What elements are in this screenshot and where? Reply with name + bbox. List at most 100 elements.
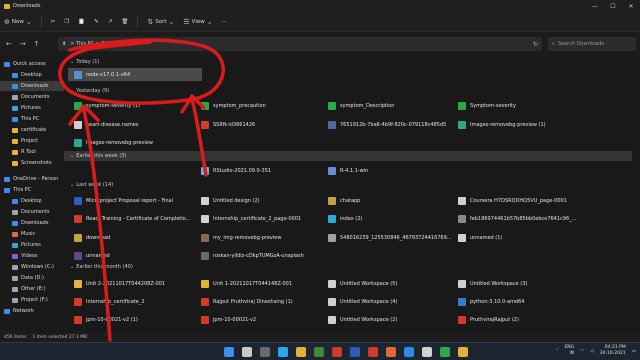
taskbar-app-icon[interactable]	[458, 347, 468, 357]
sidebar-item[interactable]: Pictures	[0, 240, 41, 250]
taskbar-app-icon[interactable]	[368, 347, 378, 357]
sidebar-item[interactable]: Desktop	[0, 70, 42, 80]
taskbar-app-icon[interactable]	[440, 347, 450, 357]
file-item[interactable]: unnamed	[74, 250, 199, 262]
sidebar-item[interactable]: Pictures	[0, 103, 41, 113]
group-header[interactable]: ⌄ Last week (14)	[70, 182, 113, 188]
notification-icon[interactable]: ▭	[632, 349, 636, 354]
refresh-icon[interactable]: ↻	[533, 41, 538, 48]
group-header[interactable]: ⌄ Today (1)	[70, 59, 99, 65]
taskbar-app-icon[interactable]	[404, 347, 414, 357]
minimize-button[interactable]: —	[586, 0, 604, 12]
file-item[interactable]: 7651912b-7ba6-4b9f-820c-079118c485d5	[328, 119, 453, 131]
taskbar-app-icon[interactable]	[278, 347, 288, 357]
sort-button[interactable]: ⇅ Sort ⌄	[147, 18, 174, 26]
delete-icon[interactable]: 🗑	[121, 19, 128, 25]
sidebar-item[interactable]: R Tool	[0, 147, 36, 157]
file-item[interactable]: R-4.1.1-win	[328, 165, 453, 177]
chevron-up-icon[interactable]: ˄	[556, 349, 558, 354]
file-item[interactable]: Coursera H7DSRQDHQ5VU_page-0001	[458, 195, 583, 207]
taskbar-app-icon[interactable]	[314, 347, 324, 357]
file-item[interactable]: unnamed (1)	[458, 232, 583, 244]
sidebar-item[interactable]: Documents	[0, 207, 50, 217]
share-icon[interactable]: ↗	[108, 19, 113, 25]
file-item[interactable]: Untitled design (2)	[201, 195, 326, 207]
search-input[interactable]: ⌕ Search Downloads	[548, 37, 636, 51]
taskbar-app-icon[interactable]	[386, 347, 396, 357]
taskbar-app-icon[interactable]	[422, 347, 432, 357]
file-item[interactable]: Untitled Workspace (3)	[458, 278, 583, 290]
file-item[interactable]: 548016239_125530846_46793724416769...	[328, 232, 453, 244]
taskbar-app-icon[interactable]	[296, 347, 306, 357]
up-icon[interactable]: ↑	[34, 40, 40, 48]
sidebar-item[interactable]: Screenshots	[0, 158, 52, 168]
file-item[interactable]: Rajput Pruthviraj Dineshsing (1)	[201, 296, 326, 308]
file-item[interactable]: jpm-10-00021-v2 (1)	[74, 314, 199, 326]
sidebar-item[interactable]: Project	[0, 136, 38, 146]
file-item[interactable]: Untitled Workspace (4)	[328, 296, 453, 308]
sidebar-item[interactable]: Videos	[0, 251, 38, 261]
file-item[interactable]: Untitled Workspace (2)	[328, 314, 453, 326]
file-item[interactable]: Microproject Proposal report - Final	[74, 195, 199, 207]
file-item[interactable]: React Training - Certificate of Completi…	[74, 213, 199, 225]
sidebar-item[interactable]: OneDrive - Person	[0, 174, 58, 184]
sidebar-item[interactable]: This PC	[0, 185, 31, 195]
file-item[interactable]: roskan-yildiz-cDkpTUMGzA-unsplash	[201, 250, 326, 262]
copy-icon[interactable]: ❐	[64, 19, 69, 25]
file-item[interactable]: PruthvirajRajput (2)	[458, 314, 583, 326]
sidebar-item[interactable]: Windows (C:)	[0, 262, 54, 272]
sidebar-item[interactable]: Data (D:)	[0, 273, 44, 283]
taskbar-app-icon[interactable]	[350, 347, 360, 357]
maximize-button[interactable]: ☐	[604, 0, 622, 12]
sidebar-item[interactable]: Downloads	[0, 81, 64, 91]
file-item[interactable]: symptom_precaution	[201, 100, 326, 112]
taskbar-app-icon[interactable]	[260, 347, 270, 357]
group-header[interactable]: ⌄ Earlier this week (3)	[70, 153, 127, 159]
file-item[interactable]: RStudio-2021.09.0-351	[201, 165, 326, 177]
cut-icon[interactable]: ✂	[51, 19, 56, 25]
file-item[interactable]: Unit 1-20211017T044148Z-001	[201, 278, 326, 290]
file-item[interactable]: Untitled Workspace (5)	[328, 278, 453, 290]
rename-icon[interactable]: ✎	[94, 19, 99, 25]
file-item[interactable]: my_img-removebg-preview	[201, 232, 326, 244]
taskbar-app-icon[interactable]	[224, 347, 234, 357]
sidebar-item[interactable]: This PC	[0, 114, 39, 124]
group-header[interactable]: ⌄ Yesterday (9)	[70, 88, 109, 94]
sidebar-item[interactable]: Music	[0, 229, 35, 239]
file-item[interactable]: heart-disease.names	[74, 119, 199, 131]
back-icon[interactable]: ←	[6, 40, 12, 48]
sidebar-item[interactable]: Other (E:)	[0, 284, 46, 294]
sidebar-item[interactable]: Desktop	[0, 196, 42, 206]
file-item[interactable]: symptom_Description	[328, 100, 453, 112]
sidebar-item[interactable]: certificate	[0, 125, 46, 135]
file-item[interactable]: Internship_certificate_2	[74, 296, 199, 308]
file-item[interactable]: feb186974461b57b85bb0ebce7641c96_...	[458, 213, 583, 225]
sidebar-item[interactable]: Documents	[0, 92, 50, 102]
forward-icon[interactable]: →	[20, 40, 26, 48]
language-indicator[interactable]: ENG IN	[564, 345, 574, 357]
sidebar-item[interactable]: Downloads	[0, 218, 48, 228]
file-item[interactable]: Symptom-severity	[458, 100, 583, 112]
file-item[interactable]: Internship_certificate_2_page-0001	[201, 213, 326, 225]
sidebar-item[interactable]: Project (F:)	[0, 295, 48, 305]
file-item[interactable]: python-3.10.0-amd64	[458, 296, 583, 308]
file-item[interactable]: index (2)	[328, 213, 453, 225]
sidebar-item[interactable]: Network	[0, 306, 34, 316]
view-button[interactable]: ☰ View ⌄	[183, 18, 212, 26]
file-item[interactable]: SSRN-id3661426	[201, 119, 326, 131]
file-item[interactable]: Images-removebg-preview	[74, 137, 199, 149]
file-item[interactable]: download	[74, 232, 199, 244]
more-button[interactable]: ···	[222, 19, 227, 25]
file-item[interactable]: node-v17.0.1-x64	[74, 69, 199, 81]
wifi-icon[interactable]: ◠	[580, 349, 584, 354]
clock[interactable]: 04:21 PM 30-10-2021	[600, 345, 626, 357]
file-item[interactable]: Images-removebg-preview (1)	[458, 119, 583, 131]
file-item[interactable]: Unit 2-20211017T044208Z-001	[74, 278, 199, 290]
new-button[interactable]: ⊕ New ⌄	[4, 18, 32, 26]
taskbar-app-icon[interactable]	[242, 347, 252, 357]
file-item[interactable]: jpm-10-00021-v2	[201, 314, 326, 326]
address-bar[interactable]: ⬇ > This PC > Downloads ↻	[58, 37, 542, 51]
paste-icon[interactable]: 📋	[78, 19, 85, 25]
close-button[interactable]: ✕	[622, 0, 640, 12]
sidebar-item[interactable]: Quick access	[0, 59, 46, 69]
